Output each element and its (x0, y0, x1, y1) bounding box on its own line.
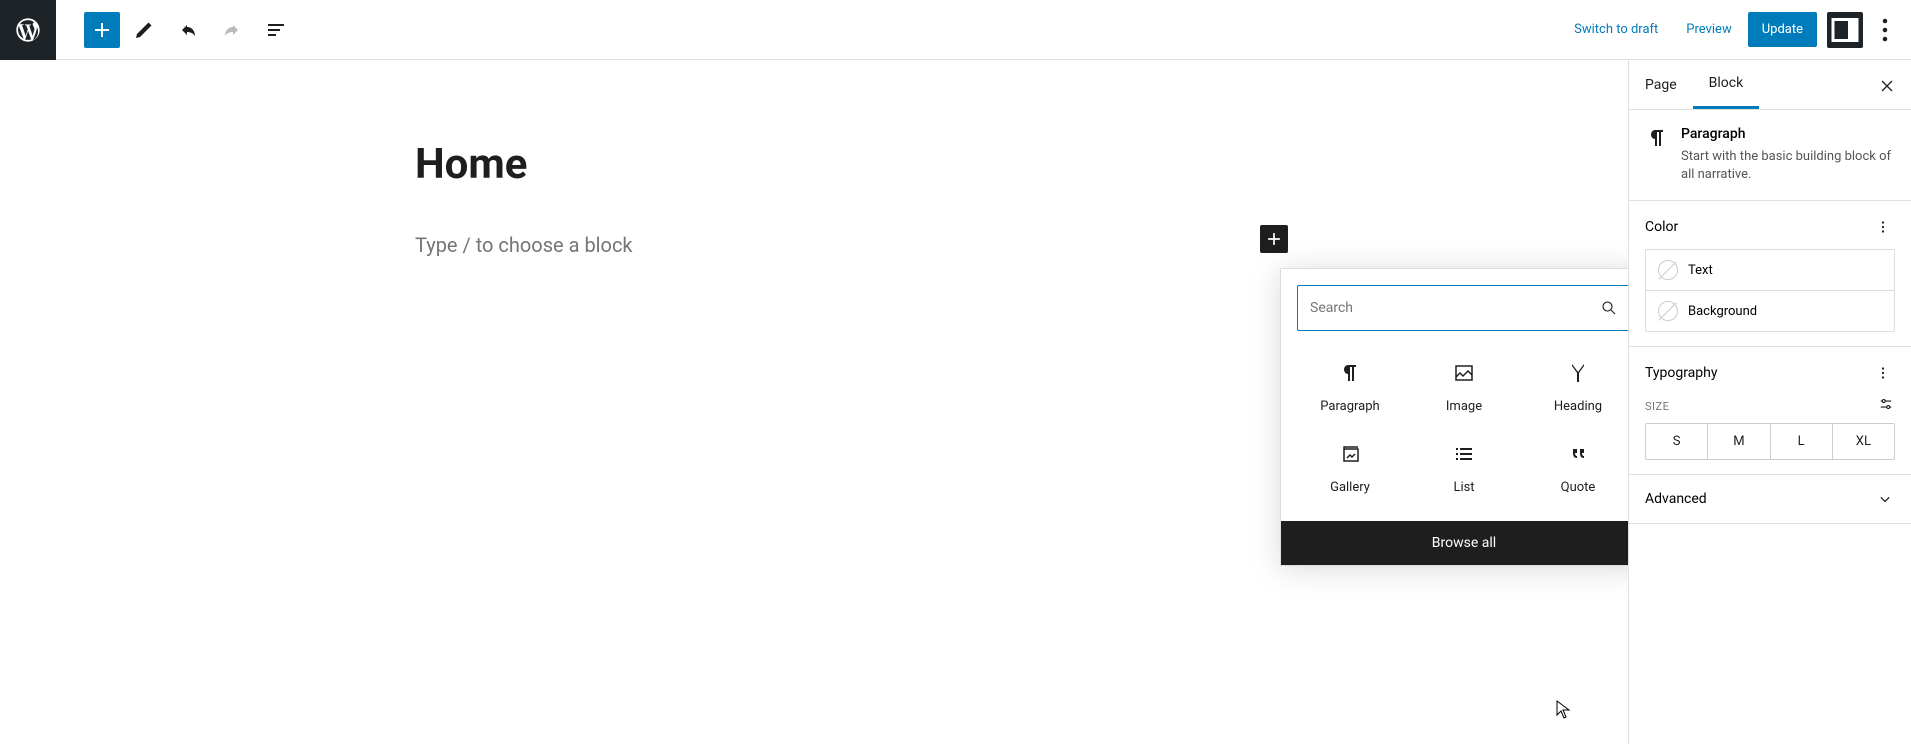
block-item-heading[interactable]: Heading (1521, 347, 1635, 428)
panel-header-typography: Typography (1645, 361, 1895, 385)
block-item-image[interactable]: Image (1407, 347, 1521, 428)
block-item-quote[interactable]: Quote (1521, 428, 1635, 509)
quote-icon (1566, 442, 1590, 466)
block-info-text: Paragraph Start with the basic building … (1681, 126, 1895, 184)
chevron-down-icon (1875, 489, 1895, 509)
wordpress-logo[interactable] (0, 0, 56, 60)
color-swatch-none-icon (1658, 301, 1678, 321)
gallery-icon (1338, 442, 1362, 466)
tab-block[interactable]: Block (1693, 60, 1760, 109)
typography-panel: Typography Size S M L XL (1629, 347, 1911, 475)
settings-sidebar-toggle[interactable] (1827, 12, 1863, 48)
inline-inserter-button[interactable] (1260, 225, 1288, 253)
redo-icon (220, 18, 244, 42)
search-icon (1600, 299, 1618, 317)
color-options-button[interactable] (1871, 215, 1895, 239)
block-item-gallery[interactable]: Gallery (1293, 428, 1407, 509)
paragraph-icon (1645, 126, 1669, 150)
plus-icon (1264, 229, 1284, 249)
sliders-icon (1877, 395, 1895, 413)
block-placeholder-row: Type / to choose a block (415, 233, 1268, 257)
undo-button[interactable] (168, 10, 208, 50)
inserter-grid: Paragraph Image Heading Gallery List Quo… (1281, 347, 1647, 521)
image-icon (1452, 361, 1476, 385)
switch-to-draft-button[interactable]: Switch to draft (1562, 14, 1670, 45)
block-placeholder[interactable]: Type / to choose a block (415, 233, 633, 257)
panel-header-color: Color (1645, 215, 1895, 239)
inserter-search-input[interactable] (1310, 300, 1600, 316)
close-icon (1877, 76, 1897, 96)
inserter-search (1297, 285, 1631, 331)
wordpress-icon (14, 16, 42, 44)
block-item-label: List (1453, 480, 1474, 495)
more-vertical-icon (1874, 364, 1892, 382)
preview-button[interactable]: Preview (1674, 14, 1743, 45)
block-item-label: Heading (1554, 399, 1602, 414)
document-overview-button[interactable] (256, 10, 296, 50)
size-label-row: Size (1645, 395, 1895, 417)
topbar-left (0, 0, 296, 59)
update-button[interactable]: Update (1748, 12, 1817, 47)
tools-button[interactable] (124, 10, 164, 50)
more-vertical-icon (1867, 12, 1903, 48)
paragraph-icon (1338, 361, 1362, 385)
block-item-label: Quote (1561, 480, 1596, 495)
color-row-label: Text (1688, 263, 1713, 278)
topbar: Switch to draft Preview Update (0, 0, 1911, 60)
color-panel: Color Text Background (1629, 201, 1911, 347)
size-l-button[interactable]: L (1770, 424, 1832, 459)
list-block-icon (1452, 442, 1476, 466)
page-title[interactable]: Home (415, 140, 1628, 189)
more-vertical-icon (1874, 218, 1892, 236)
block-item-label: Gallery (1330, 480, 1370, 495)
heading-icon (1566, 361, 1590, 385)
sidebar-icon (1827, 12, 1863, 48)
advanced-panel[interactable]: Advanced (1629, 475, 1911, 524)
close-sidebar-button[interactable] (1869, 68, 1905, 104)
typography-options-button[interactable] (1871, 361, 1895, 385)
plus-icon (90, 18, 114, 42)
undo-icon (176, 18, 200, 42)
advanced-heading: Advanced (1645, 491, 1707, 507)
color-row-text[interactable]: Text (1646, 250, 1894, 290)
pencil-icon (132, 18, 156, 42)
color-rows: Text Background (1645, 249, 1895, 332)
size-toggle-group: S M L XL (1645, 423, 1895, 460)
color-row-label: Background (1688, 304, 1757, 319)
topbar-right: Switch to draft Preview Update (1562, 0, 1911, 59)
sidebar-tabs: Page Block (1629, 60, 1911, 110)
color-row-background[interactable]: Background (1646, 290, 1894, 331)
block-item-label: Paragraph (1320, 399, 1379, 414)
options-button[interactable] (1867, 12, 1903, 48)
block-info: Paragraph Start with the basic building … (1629, 110, 1911, 201)
size-m-button[interactable]: M (1707, 424, 1769, 459)
block-item-label: Image (1446, 399, 1482, 414)
size-s-button[interactable]: S (1646, 424, 1707, 459)
settings-sidebar: Page Block Paragraph Start with the basi… (1628, 60, 1911, 744)
size-custom-button[interactable] (1877, 395, 1895, 417)
color-swatch-none-icon (1658, 260, 1678, 280)
color-heading: Color (1645, 219, 1678, 235)
tab-page[interactable]: Page (1629, 60, 1693, 109)
typography-heading: Typography (1645, 365, 1717, 381)
size-label: Size (1645, 400, 1669, 413)
block-item-list[interactable]: List (1407, 428, 1521, 509)
browse-all-button[interactable]: Browse all (1281, 521, 1647, 565)
redo-button[interactable] (212, 10, 252, 50)
size-xl-button[interactable]: XL (1832, 424, 1894, 459)
add-block-button[interactable] (84, 12, 120, 48)
block-item-paragraph[interactable]: Paragraph (1293, 347, 1407, 428)
block-title: Paragraph (1681, 126, 1895, 142)
list-icon (264, 18, 288, 42)
block-inserter-popover: Paragraph Image Heading Gallery List Quo… (1280, 268, 1648, 566)
block-description: Start with the basic building block of a… (1681, 148, 1895, 184)
